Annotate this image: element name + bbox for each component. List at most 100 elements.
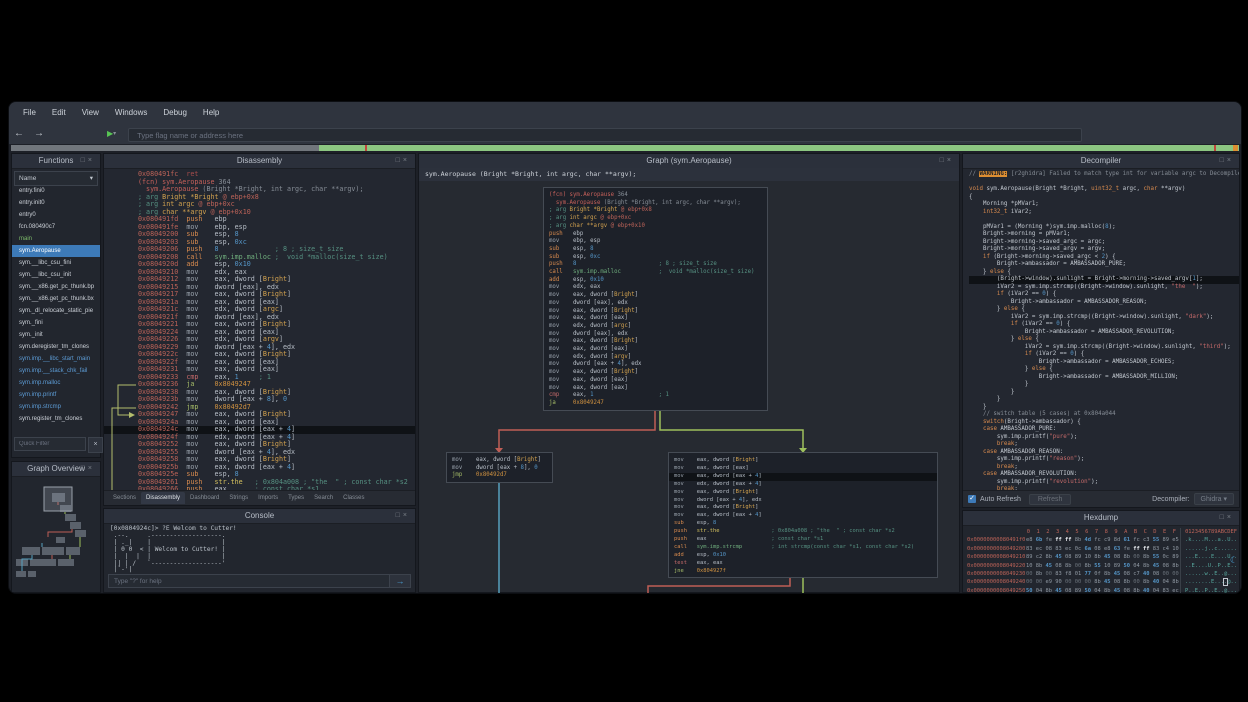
float-icon[interactable]: □ <box>81 465 88 472</box>
float-icon[interactable]: □ <box>1220 514 1227 521</box>
address-search-input[interactable] <box>128 128 1082 142</box>
menu-bar: FileEditViewWindowsDebugHelp <box>9 102 1241 123</box>
disassembly-content[interactable]: 0x080491fc ret(fcn) sym.Aeropause 364 sy… <box>104 169 415 490</box>
refresh-button[interactable]: Refresh <box>1029 494 1072 505</box>
close-icon[interactable]: × <box>88 465 95 472</box>
console-input[interactable] <box>108 574 390 588</box>
tab-types[interactable]: Types <box>283 492 309 504</box>
function-item[interactable]: sym._init <box>12 329 100 341</box>
clear-filter-button[interactable]: × <box>88 437 103 453</box>
overview-viewport[interactable] <box>44 487 72 511</box>
code-line: jne 0x804927f <box>674 568 932 576</box>
functions-panel-header[interactable]: Functions □× <box>12 154 100 169</box>
menu-item-view[interactable]: View <box>74 102 107 123</box>
code-line: mov eax, dword [Bright] <box>549 369 762 377</box>
hexdump-header[interactable]: Hexdump □× <box>963 511 1239 526</box>
tab-classes[interactable]: Classes <box>338 492 369 504</box>
tab-sections[interactable]: Sections <box>108 492 141 504</box>
code-line: iVar2 = sym.imp.strcmp((Bright->window).… <box>969 314 1239 322</box>
float-icon[interactable]: □ <box>396 512 403 519</box>
decompiler-engine-select[interactable]: Ghidra ▾ <box>1194 493 1234 505</box>
code-line: mov dword [eax + 4], edx <box>549 361 762 369</box>
code-line: Bright->ambassador = AMBASSADOR_PURE; <box>969 261 1239 269</box>
close-icon[interactable]: × <box>1227 514 1234 521</box>
menu-item-debug[interactable]: Debug <box>155 102 195 123</box>
code-line: ; arg char **argv @ ebp+0x10 <box>549 223 762 231</box>
function-item[interactable]: sym.imp.strcmp <box>12 401 100 413</box>
function-item[interactable]: sym._fini <box>12 317 100 329</box>
cutter-window: FileEditViewWindowsDebugHelp ← → ▶ ▾ Fun… <box>8 101 1242 594</box>
function-item[interactable]: sym.imp.malloc <box>12 377 100 389</box>
tab-strings[interactable]: Strings <box>224 492 253 504</box>
graph-header[interactable]: Graph (sym.Aeropause) □× <box>419 154 959 169</box>
function-item[interactable]: sym.Aeropause <box>12 245 100 257</box>
close-icon[interactable]: × <box>1227 157 1234 164</box>
menu-item-windows[interactable]: Windows <box>107 102 155 123</box>
code-line: mov dword [eax + 4], edx <box>674 497 932 505</box>
function-item[interactable]: sym.imp.__libc_start_main <box>12 353 100 365</box>
float-icon[interactable]: □ <box>81 157 88 164</box>
code-line: sym.imp.printf("pure"); <box>969 434 1239 442</box>
graph-node-false-branch[interactable]: mov eax, dword [Bright]mov dword [eax + … <box>446 452 553 483</box>
back-button[interactable]: ← <box>9 128 29 139</box>
close-icon[interactable]: × <box>403 512 410 519</box>
disassembly-header[interactable]: Disassembly □× <box>104 154 415 169</box>
console-submit-button[interactable]: → <box>390 574 411 588</box>
function-item[interactable]: sym.deregister_tm_clones <box>12 341 100 353</box>
graph-overview-header[interactable]: Graph Overview □× <box>12 462 100 477</box>
code-line: } else { <box>969 306 1239 314</box>
code-line: add esp, 0x10 <box>674 552 932 560</box>
quick-filter-input[interactable] <box>14 437 86 451</box>
functions-sort-select[interactable]: Name ▾ <box>14 171 98 186</box>
decompiler-header[interactable]: Decompiler □× <box>963 154 1239 169</box>
seekbar[interactable] <box>11 145 1239 151</box>
function-item[interactable]: sym.__libc_csu_fini <box>12 257 100 269</box>
code-line: mov eax, dword [Bright] <box>674 504 932 512</box>
graph-node-true-branch[interactable]: mov eax, dword [Bright]mov eax, dword [e… <box>668 452 938 578</box>
close-icon[interactable]: × <box>88 157 95 164</box>
menu-item-help[interactable]: Help <box>195 102 227 123</box>
decompiler-content[interactable]: // WARNING: [r2ghidra] Failed to match t… <box>963 169 1239 490</box>
tab-dashboard[interactable]: Dashboard <box>185 492 224 504</box>
float-icon[interactable]: □ <box>940 157 947 164</box>
code-line: } else { <box>969 336 1239 344</box>
run-dropdown-icon[interactable]: ▾ <box>113 130 116 137</box>
function-item[interactable]: sym.__libc_csu_init <box>12 269 100 281</box>
float-icon[interactable]: □ <box>1220 157 1227 164</box>
function-item[interactable]: sym.register_tm_clones <box>12 413 100 425</box>
auto-refresh-checkbox[interactable]: ✓ <box>968 495 976 503</box>
menu-item-file[interactable]: File <box>15 102 44 123</box>
function-item[interactable]: entry.init0 <box>12 197 100 209</box>
panel-title: Graph Overview <box>27 464 85 473</box>
code-line: mov edx, dword [eax + 4] <box>674 481 932 489</box>
close-icon[interactable]: × <box>947 157 954 164</box>
function-item[interactable]: sym.imp.__stack_chk_fail <box>12 365 100 377</box>
code-line: push 8 ; 8 ; size_t size <box>549 261 762 269</box>
code-line: add esp, 0x10 <box>549 277 762 285</box>
function-item[interactable]: entry0 <box>12 209 100 221</box>
forward-button[interactable]: → <box>29 128 49 139</box>
function-item[interactable]: sym._dl_relocate_static_pie <box>12 305 100 317</box>
code-line <box>969 216 1239 224</box>
float-icon[interactable]: □ <box>396 157 403 164</box>
hexdump-content[interactable]: 0 1 2 3 4 5 6 7 8 9 A B C D E F012345678… <box>967 528 1237 590</box>
panel-title: Graph (sym.Aeropause) <box>646 156 731 165</box>
close-icon[interactable]: × <box>403 157 410 164</box>
function-item[interactable]: entry.fini0 <box>12 185 100 197</box>
function-item[interactable]: main <box>12 233 100 245</box>
function-item[interactable]: sym.imp.printf <box>12 389 100 401</box>
graph-node-entry[interactable]: (fcn) sym.Aeropause 364 sym.Aeropause (B… <box>543 187 768 411</box>
code-line: void sym.Aeropause(Bright *Bright, uint3… <box>969 186 1239 194</box>
graph-canvas[interactable]: (fcn) sym.Aeropause 364 sym.Aeropause (B… <box>419 181 959 592</box>
function-item[interactable]: sym.__x86.get_pc_thunk.bx <box>12 293 100 305</box>
menu-item-edit[interactable]: Edit <box>44 102 74 123</box>
console-header[interactable]: Console □× <box>104 509 415 524</box>
graph-overview-map[interactable] <box>12 477 100 593</box>
tab-imports[interactable]: Imports <box>253 492 283 504</box>
code-line: sub esp, 8 <box>549 246 762 254</box>
tab-search[interactable]: Search <box>309 492 338 504</box>
functions-list[interactable]: entry.fini0entry.init0entry0fcn.080490c7… <box>12 185 100 433</box>
function-item[interactable]: sym.__x86.get_pc_thunk.bp <box>12 281 100 293</box>
tab-disassembly[interactable]: Disassembly <box>141 492 185 504</box>
function-item[interactable]: fcn.080490c7 <box>12 221 100 233</box>
